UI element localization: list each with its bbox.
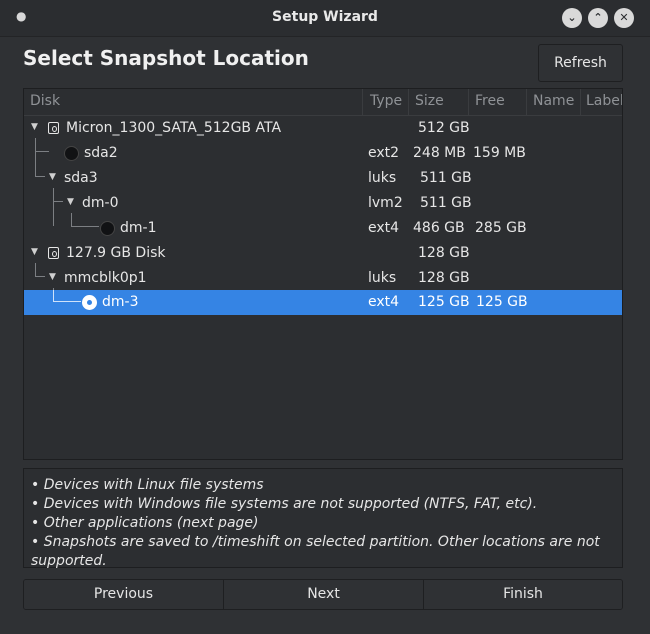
column-header-type[interactable]: Type (370, 93, 402, 109)
wizard-nav: Previous Next Finish (23, 579, 623, 610)
titlebar: ● Setup Wizard ⌄ ⌃ ✕ (0, 0, 650, 37)
setup-wizard-window: ● Setup Wizard ⌄ ⌃ ✕ Select Snapshot Loc… (0, 0, 650, 634)
disk-tree[interactable]: Disk Type Size Free Name Label ▼ Micron_… (23, 88, 623, 460)
page-title: Select Snapshot Location (23, 46, 309, 70)
note-line: • Devices with Linux file systems (31, 477, 264, 493)
column-header-name[interactable]: Name (533, 93, 574, 109)
note-line: • Other applications (next page) (31, 515, 259, 531)
radio-button[interactable] (64, 146, 79, 161)
tree-row-partition[interactable]: sda2 ext2 248 MB 159 MB (24, 141, 622, 166)
tree-row-volume[interactable]: dm-1 ext4 486 GB 285 GB (24, 216, 622, 241)
tree-header: Disk Type Size Free Name Label (24, 89, 622, 116)
minimize-button[interactable]: ⌄ (562, 8, 582, 28)
tree-row-disk[interactable]: ▼ Micron_1300_SATA_512GB ATA 512 GB (24, 116, 622, 141)
note-line: • Snapshots are saved to /timeshift on s… (31, 534, 600, 550)
tree-row-volume-selected[interactable]: dm-3 ext4 125 GB 125 GB (24, 290, 622, 315)
expander-down-icon[interactable]: ▼ (31, 122, 38, 132)
window-title: Setup Wizard (272, 9, 378, 25)
column-header-free[interactable]: Free (475, 93, 505, 109)
radio-button[interactable] (100, 221, 115, 236)
close-button[interactable]: ✕ (614, 8, 634, 28)
refresh-button[interactable]: Refresh (538, 44, 623, 82)
note-line: supported. (31, 553, 107, 569)
column-header-label[interactable]: Label (586, 93, 622, 109)
tree-row-partition[interactable]: ▼ sda3 luks 511 GB (24, 166, 622, 191)
column-header-disk[interactable]: Disk (30, 93, 60, 109)
disk-drive-icon (48, 122, 59, 134)
tree-row-partition[interactable]: ▼ mmcblk0p1 luks 128 GB (24, 266, 622, 291)
column-header-size[interactable]: Size (415, 93, 444, 109)
maximize-button[interactable]: ⌃ (588, 8, 608, 28)
next-button[interactable]: Next (224, 580, 423, 609)
finish-button[interactable]: Finish (424, 580, 622, 609)
note-line: • Devices with Windows file systems are … (31, 496, 538, 512)
expander-down-icon[interactable]: ▼ (49, 272, 56, 282)
tree-row-disk[interactable]: ▼ 127.9 GB Disk 128 GB (24, 241, 622, 266)
radio-button-selected[interactable] (82, 295, 97, 310)
previous-button[interactable]: Previous (24, 580, 223, 609)
disk-drive-icon (48, 247, 59, 259)
expander-down-icon[interactable]: ▼ (67, 197, 74, 207)
tree-row-volume[interactable]: ▼ dm-0 lvm2 511 GB (24, 191, 622, 216)
expander-down-icon[interactable]: ▼ (49, 172, 56, 182)
info-notes: • Devices with Linux file systems • Devi… (23, 468, 623, 569)
expander-down-icon[interactable]: ▼ (31, 247, 38, 257)
